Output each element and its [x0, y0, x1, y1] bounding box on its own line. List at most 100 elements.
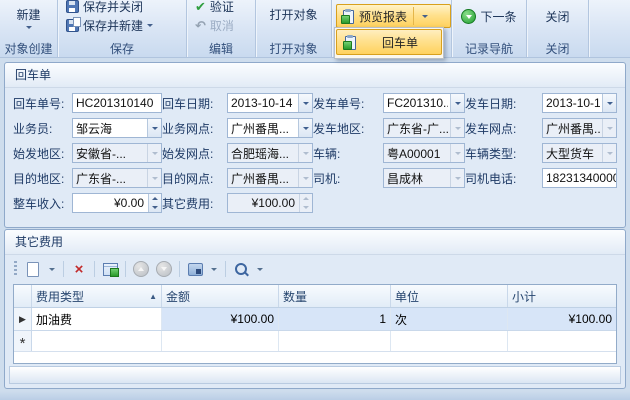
close-button[interactable]: 关闭 [531, 0, 584, 42]
salesman-combo[interactable]: 邹云海 [72, 118, 162, 138]
fees-grid: 费用类型▲ 金额 数量 单位 小计 ▶ 加油费 ¥100.00 1 次 ¥100… [13, 284, 617, 364]
validate-button[interactable]: ✔ 验证 [191, 0, 238, 16]
close-label: 关闭 [545, 8, 569, 25]
toolbar-separator [63, 261, 64, 277]
dropdown-arrow-icon [450, 119, 464, 137]
add-fee-dropdown[interactable] [46, 259, 58, 279]
check-icon: ✔ [195, 0, 206, 13]
other-fees-panel: 其它费用 × 费用类型▲ 金额 数量 单位 小计 ▶ 加油费 ¥100.00 [4, 229, 626, 389]
fees-toolbar: × [9, 255, 621, 283]
dispatch-no-label: 发车单号: [313, 95, 383, 112]
business-branch-combo[interactable]: 广州番禺... [227, 118, 313, 138]
menu-item-return-trip[interactable]: 回车单 [336, 29, 442, 55]
column-header-subtotal[interactable]: 小计 [508, 285, 616, 307]
driver-phone-input[interactable]: 18231340000 [542, 168, 617, 188]
fee-unit-cell[interactable]: 次 [391, 308, 508, 330]
empty-cell[interactable] [162, 331, 279, 351]
empty-cell[interactable] [391, 331, 508, 351]
fee-subtotal-cell[interactable]: ¥100.00 [508, 308, 616, 330]
return-date-picker[interactable]: 2013-10-14 [227, 93, 313, 113]
group-label-record-nav: 记录导航 [452, 42, 526, 57]
fees-grid-header: 费用类型▲ 金额 数量 单位 小计 [14, 285, 616, 308]
return-trip-panel: 回车单 回车单号: HC201310140 回车日期: 2013-10-14 发… [4, 62, 626, 228]
salesman-value: 邹云海 [76, 120, 145, 137]
fee-qty-cell[interactable]: 1 [279, 308, 391, 330]
group-label-save: 保存 [58, 42, 186, 57]
fee-row[interactable]: ▶ 加油费 ¥100.00 1 次 ¥100.00 [14, 308, 616, 331]
new-row-marker: * [14, 331, 32, 351]
column-header-amount[interactable]: 金额 [162, 285, 279, 307]
search-button[interactable] [231, 259, 251, 279]
fees-panel-footer [9, 366, 621, 384]
move-up-button[interactable] [131, 259, 151, 279]
spinner-arrows-icon[interactable] [148, 194, 161, 212]
return-no-input[interactable]: HC201310140 [72, 93, 162, 113]
column-header-unit-label: 单位 [395, 288, 419, 305]
column-header-unit[interactable]: 单位 [391, 285, 508, 307]
new-fee-row[interactable]: * [14, 331, 616, 352]
dest-branch-value: 广州番禺... [231, 170, 296, 187]
new-row-marker-icon: * [20, 339, 26, 349]
export-dropdown[interactable] [208, 259, 220, 279]
next-record-button[interactable]: 下一条 [456, 0, 522, 25]
vehicle-income-spinner[interactable]: ¥0.00 [72, 193, 162, 213]
ribbon-group-save: 保存并关闭 保存并新建 保存 [58, 0, 187, 57]
menu-item-label: 回车单 [365, 34, 435, 51]
column-header-type[interactable]: 费用类型▲ [32, 285, 162, 307]
search-icon [235, 263, 247, 275]
driver-combo: 昌成林 [383, 168, 465, 188]
move-down-icon [156, 261, 172, 277]
save-new-label: 保存并新建 [83, 17, 143, 34]
column-header-qty[interactable]: 数量 [279, 285, 391, 307]
preview-report-button[interactable]: 预览报表 [336, 4, 451, 28]
ribbon-group-report: 预览报表 回车单 [332, 0, 452, 57]
dropdown-arrow-icon [298, 169, 312, 187]
toolbar-grip-handle[interactable] [14, 261, 17, 277]
cancel-label: 取消 [210, 17, 234, 34]
save-new-button[interactable]: 保存并新建 [62, 16, 157, 35]
fee-type-cell[interactable]: 加油费 [32, 308, 162, 330]
salesman-label: 业务员: [13, 120, 72, 137]
empty-cell[interactable] [279, 331, 391, 351]
dropdown-arrow-icon[interactable] [298, 94, 312, 112]
dispatch-branch-combo: 广州番禺... [542, 118, 617, 138]
dropdown-arrow-icon[interactable] [147, 119, 161, 137]
new-button[interactable]: 新建 [4, 0, 53, 42]
dispatch-branch-label: 发车网点: [465, 120, 542, 137]
dispatch-no-combo[interactable]: FC201310... [383, 93, 465, 113]
origin-region-combo: 安徽省-... [72, 143, 162, 163]
header-row-marker [14, 285, 32, 307]
dropdown-arrow-icon[interactable] [298, 119, 312, 137]
chevron-down-icon [422, 15, 428, 18]
dropdown-arrow-icon[interactable] [602, 94, 616, 112]
return-date-label: 回车日期: [162, 95, 227, 112]
column-header-qty-label: 数量 [283, 288, 307, 305]
ribbon-toolbar: 新建 对象创建 保存并关闭 保存并新建 保存 [0, 0, 630, 58]
open-object-button[interactable]: 打开对象 [260, 0, 327, 42]
toolbar-separator [179, 261, 180, 277]
delete-fee-button[interactable]: × [69, 259, 89, 279]
preview-report-menu: 回车单 [334, 27, 444, 59]
return-trip-form: 回车单号: HC201310140 回车日期: 2013-10-14 发车单号:… [5, 88, 625, 213]
add-fee-button[interactable] [23, 259, 43, 279]
next-record-icon [461, 9, 476, 24]
empty-cell[interactable] [508, 331, 616, 351]
save-close-button[interactable]: 保存并关闭 [62, 0, 157, 16]
move-down-button[interactable] [154, 259, 174, 279]
other-fee-spinner: ¥100.00 [227, 193, 313, 213]
dest-branch-label: 目的网点: [162, 170, 227, 187]
export-button[interactable] [185, 259, 205, 279]
save-close-label: 保存并关闭 [83, 0, 143, 15]
fee-amount-cell[interactable]: ¥100.00 [162, 308, 279, 330]
empty-cell[interactable] [32, 331, 162, 351]
other-fee-label: 其它费用: [162, 195, 227, 212]
preview-report-dropdown[interactable] [418, 5, 431, 27]
dropdown-arrow-icon[interactable] [450, 94, 464, 112]
dispatch-date-picker[interactable]: 2013-10-14 [542, 93, 617, 113]
append-grid-button[interactable] [100, 259, 120, 279]
cancel-button[interactable]: ↶ 取消 [191, 16, 238, 35]
toolbar-overflow-button[interactable] [254, 259, 266, 279]
dispatch-date-label: 发车日期: [465, 95, 542, 112]
group-label-edit: 编辑 [187, 42, 255, 57]
dropdown-arrow-icon [602, 119, 616, 137]
